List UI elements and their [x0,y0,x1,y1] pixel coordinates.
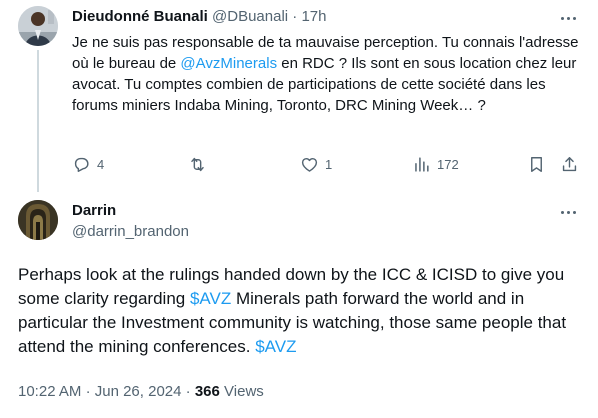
views-button[interactable]: 172 [412,152,459,176]
reply-button[interactable]: 4 [72,152,104,176]
author-handle[interactable]: @DBuanali [212,8,288,25]
views-label: Views [224,383,264,400]
author-name[interactable]: Darrin [72,201,116,221]
bookmark-icon [531,156,542,172]
reply-action-bar: 4 1 172 [72,152,592,176]
cashtag-link[interactable]: $AVZ [255,337,296,356]
reply-icon [74,157,89,172]
reply-count: 4 [97,156,105,172]
author-name[interactable]: Dieudonné Buanali [72,8,208,25]
like-button[interactable]: 1 [300,152,332,176]
cashtag-link[interactable]: $AVZ [190,289,231,308]
avatar[interactable] [18,200,58,240]
separator: · [85,383,91,400]
share-button[interactable] [560,152,579,176]
repost-icon [191,157,204,171]
reply-text: Je ne suis pas responsable de ta mauvais… [72,34,579,114]
like-count: 1 [325,156,333,172]
avatar-photo [18,6,58,46]
views-count: 172 [437,156,459,172]
more-icon[interactable] [558,202,578,222]
reply-tweet[interactable]: Dieudonné Buanali @DBuanali · 17h Je ne … [0,0,598,192]
main-tweet: Darrin @darrin_brandon Perhaps look at t… [0,192,598,418]
mention-link[interactable]: @AvzMinerals [180,55,277,72]
tweet-meta: 10:22 AM · Jun 26, 2024 · 366 Views [18,382,264,402]
author-handle[interactable]: @darrin_brandon [72,222,189,242]
bookmark-button[interactable] [527,152,546,176]
more-icon[interactable] [558,8,578,28]
separator: · [185,383,191,400]
views-icon [415,156,429,172]
tweet-text: Perhaps look at the rulings handed down … [18,265,567,356]
like-icon [301,157,318,172]
avatar-photo [18,200,58,240]
avatar[interactable] [18,6,58,46]
share-icon [562,156,577,171]
thread-line [37,50,39,192]
separator: · [292,8,298,25]
timestamp[interactable]: 17h [301,8,326,25]
view-count: 366 [194,383,220,400]
reply-header: Dieudonné Buanali @DBuanali · 17h [72,7,327,27]
post-time[interactable]: 10:22 AM [18,383,81,400]
post-date[interactable]: Jun 26, 2024 [95,383,182,400]
repost-button[interactable] [188,152,213,176]
